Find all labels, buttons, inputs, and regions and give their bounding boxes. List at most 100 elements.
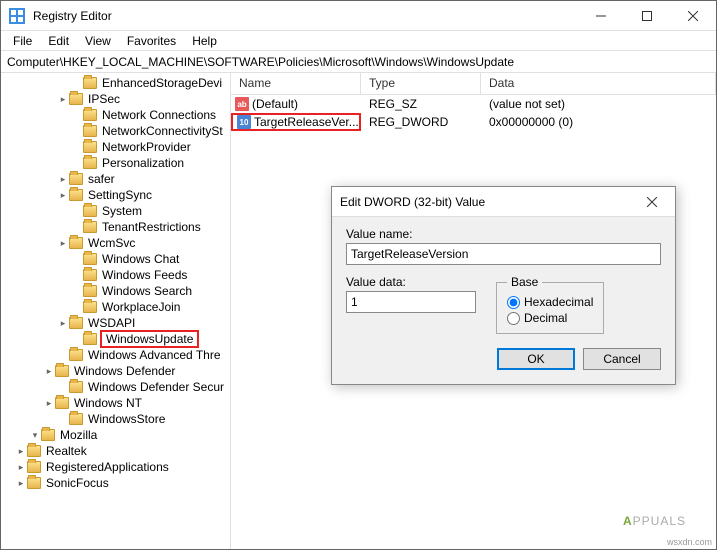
folder-icon xyxy=(69,93,83,105)
tree-item[interactable]: ▸ RegisteredApplications xyxy=(1,459,230,475)
folder-icon xyxy=(41,429,55,441)
tree-item[interactable]: ▸IPSec xyxy=(1,91,230,107)
tree-item-label: Windows Defender xyxy=(72,364,177,378)
titlebar: Registry Editor xyxy=(1,1,716,31)
tree-item[interactable]: ▸ Realtek xyxy=(1,443,230,459)
tree-item[interactable]: WindowsStore xyxy=(1,411,230,427)
folder-icon xyxy=(27,445,41,457)
chevron-right-icon[interactable]: ▸ xyxy=(15,446,27,457)
menu-file[interactable]: File xyxy=(5,32,40,50)
folder-icon xyxy=(83,269,97,281)
tree-item[interactable]: WorkplaceJoin xyxy=(1,299,230,315)
value-type-cell: REG_DWORD xyxy=(361,115,481,129)
tree-item[interactable]: Personalization xyxy=(1,155,230,171)
tree-item-label: safer xyxy=(86,172,117,186)
menu-view[interactable]: View xyxy=(77,32,119,50)
close-button[interactable] xyxy=(670,1,716,31)
dialog-titlebar: Edit DWORD (32-bit) Value xyxy=(332,187,675,217)
value-name-text: TargetReleaseVer... xyxy=(254,115,359,129)
tree-item[interactable]: Windows Feeds xyxy=(1,267,230,283)
window-title: Registry Editor xyxy=(33,9,578,23)
tree-item[interactable]: NetworkProvider xyxy=(1,139,230,155)
value-data-input[interactable] xyxy=(346,291,476,313)
chevron-right-icon[interactable]: ▸ xyxy=(57,238,69,249)
cancel-button[interactable]: Cancel xyxy=(583,348,661,370)
tree-item-label: WorkplaceJoin xyxy=(100,300,182,314)
registry-value-row[interactable]: 10TargetReleaseVer...REG_DWORD0x00000000… xyxy=(231,113,716,131)
chevron-right-icon[interactable]: ▸ xyxy=(57,174,69,185)
chevron-right-icon[interactable]: ▸ xyxy=(57,94,69,105)
tree-item[interactable]: Windows Defender Secur xyxy=(1,379,230,395)
folder-icon xyxy=(83,221,97,233)
tree-item[interactable]: EnhancedStorageDevi xyxy=(1,75,230,91)
value-name-label: Value name: xyxy=(346,227,661,241)
base-fieldset: Base Hexadecimal Decimal xyxy=(496,275,604,334)
tree-item[interactable]: Network Connections xyxy=(1,107,230,123)
tree-item-label: Realtek xyxy=(44,444,89,458)
chevron-right-icon[interactable]: ▸ xyxy=(43,398,55,409)
folder-icon xyxy=(83,109,97,121)
address-bar[interactable]: Computer\HKEY_LOCAL_MACHINE\SOFTWARE\Pol… xyxy=(1,51,716,73)
menu-help[interactable]: Help xyxy=(184,32,225,50)
tree-item[interactable]: ▸ Windows Defender xyxy=(1,363,230,379)
tree-pane[interactable]: EnhancedStorageDevi▸IPSecNetwork Connect… xyxy=(1,73,231,549)
dword-value-icon: 10 xyxy=(237,115,251,129)
dialog-close-button[interactable] xyxy=(637,194,667,210)
decimal-label: Decimal xyxy=(524,311,567,325)
folder-icon xyxy=(55,365,69,377)
decimal-radio[interactable] xyxy=(507,312,520,325)
chevron-right-icon[interactable]: ▸ xyxy=(15,478,27,489)
tree-item[interactable]: System xyxy=(1,203,230,219)
tree-item-label: EnhancedStorageDevi xyxy=(100,76,224,90)
tree-item[interactable]: ▸WcmSvc xyxy=(1,235,230,251)
chevron-down-icon[interactable]: ▾ xyxy=(29,430,41,441)
chevron-right-icon[interactable]: ▸ xyxy=(57,190,69,201)
tree-item-label: NetworkProvider xyxy=(100,140,193,154)
tree-item[interactable]: ▸ safer xyxy=(1,171,230,187)
tree-item[interactable]: Windows Advanced Thre xyxy=(1,347,230,363)
maximize-button[interactable] xyxy=(624,1,670,31)
tree-item-label: RegisteredApplications xyxy=(44,460,171,474)
folder-icon xyxy=(27,477,41,489)
value-data-cell: 0x00000000 (0) xyxy=(481,115,716,129)
tree-item-label: SettingSync xyxy=(86,188,154,202)
tree-item[interactable]: ▸SonicFocus xyxy=(1,475,230,491)
value-name-input[interactable] xyxy=(346,243,661,265)
column-header-name[interactable]: Name xyxy=(231,73,361,94)
menubar: File Edit View Favorites Help xyxy=(1,31,716,51)
tree-item[interactable]: ▸ SettingSync xyxy=(1,187,230,203)
tree-item[interactable]: WindowsUpdate xyxy=(1,331,230,347)
folder-icon xyxy=(83,125,97,137)
list-header: Name Type Data xyxy=(231,73,716,95)
minimize-button[interactable] xyxy=(578,1,624,31)
chevron-right-icon[interactable]: ▸ xyxy=(57,318,69,329)
tree-item[interactable]: Windows Chat xyxy=(1,251,230,267)
value-name-cell: ab(Default) xyxy=(231,97,361,111)
tree-item[interactable]: ▸ WSDAPI xyxy=(1,315,230,331)
value-data-cell: (value not set) xyxy=(481,97,716,111)
tree-item[interactable]: ▾ Mozilla xyxy=(1,427,230,443)
tree-item-label: WSDAPI xyxy=(86,316,137,330)
menu-edit[interactable]: Edit xyxy=(40,32,77,50)
tree-item[interactable]: Windows Search xyxy=(1,283,230,299)
hexadecimal-label: Hexadecimal xyxy=(524,295,593,309)
chevron-right-icon[interactable]: ▸ xyxy=(15,462,27,473)
edit-dword-dialog: Edit DWORD (32-bit) Value Value name: Va… xyxy=(331,186,676,385)
tree-item-label: WindowsUpdate xyxy=(100,330,199,348)
folder-icon xyxy=(69,189,83,201)
registry-value-row[interactable]: ab(Default)REG_SZ(value not set) xyxy=(231,95,716,113)
tree-item[interactable]: ▸Windows NT xyxy=(1,395,230,411)
column-header-data[interactable]: Data xyxy=(481,73,716,94)
tree-item-label: Network Connections xyxy=(100,108,218,122)
menu-favorites[interactable]: Favorites xyxy=(119,32,184,50)
tree-item[interactable]: TenantRestrictions xyxy=(1,219,230,235)
hexadecimal-radio[interactable] xyxy=(507,296,520,309)
tree-item-label: Mozilla xyxy=(58,428,99,442)
tree-item-label: Windows Advanced Thre xyxy=(86,348,223,362)
tree-item-label: Windows Chat xyxy=(100,252,181,266)
tree-item[interactable]: NetworkConnectivitySt xyxy=(1,123,230,139)
column-header-type[interactable]: Type xyxy=(361,73,481,94)
ok-button[interactable]: OK xyxy=(497,348,575,370)
tree-item-label: Windows Search xyxy=(100,284,194,298)
chevron-right-icon[interactable]: ▸ xyxy=(43,366,55,377)
